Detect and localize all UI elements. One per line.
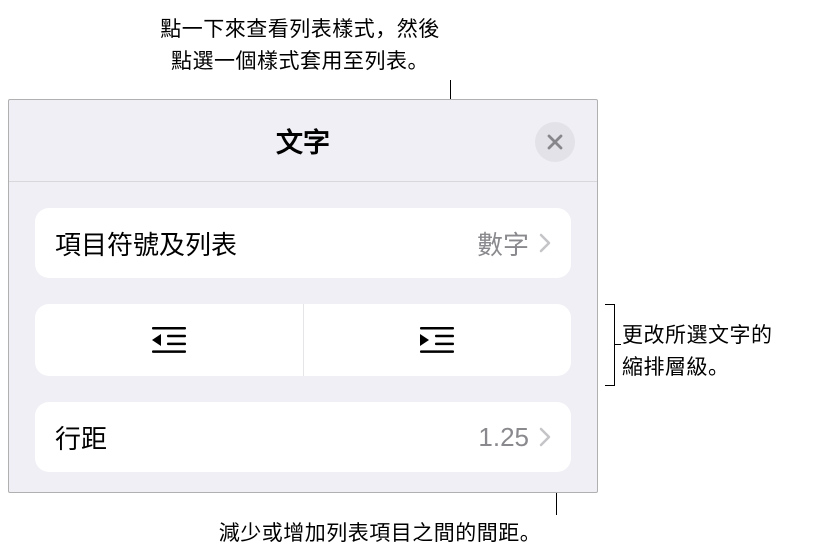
line-spacing-label: 行距 [55, 419, 478, 456]
line-spacing-row[interactable]: 行距 1.25 [35, 402, 571, 472]
indent-controls [35, 304, 571, 376]
line-spacing-value: 1.25 [478, 422, 529, 453]
indent-button[interactable] [304, 304, 572, 376]
callout-right-line2: 縮排層級。 [622, 356, 730, 379]
bullets-label: 項目符號及列表 [55, 225, 477, 262]
text-format-panel: 文字 項目符號及列表 數字 [8, 99, 598, 493]
panel-title: 文字 [276, 121, 330, 160]
outdent-button[interactable] [35, 304, 304, 376]
bullets-value: 數字 [477, 225, 529, 262]
callout-right-line1: 更改所選文字的 [622, 324, 773, 347]
callout-bottom: 減少或增加列表項目之間的間距。 [170, 518, 590, 550]
callout-line-right [615, 344, 621, 345]
outdent-icon [152, 327, 186, 353]
close-icon [546, 133, 564, 151]
callout-right: 更改所選文字的 縮排層級。 [622, 320, 832, 383]
callout-top-line1: 點一下來查看列表樣式，然後 [160, 18, 440, 41]
callout-top-line2: 點選一個樣式套用至列表。 [171, 50, 429, 73]
bullets-lists-row[interactable]: 項目符號及列表 數字 [35, 208, 571, 278]
chevron-right-icon [539, 233, 551, 253]
indent-icon [420, 327, 454, 353]
callout-bottom-text: 減少或增加列表項目之間的間距。 [219, 522, 542, 545]
panel-body: 項目符號及列表 數字 [9, 182, 597, 472]
callout-top: 點一下來查看列表樣式，然後 點選一個樣式套用至列表。 [0, 14, 600, 77]
close-button[interactable] [535, 122, 575, 162]
chevron-right-icon [539, 427, 551, 447]
callout-bracket-right [605, 304, 615, 386]
panel-header: 文字 [9, 100, 597, 182]
